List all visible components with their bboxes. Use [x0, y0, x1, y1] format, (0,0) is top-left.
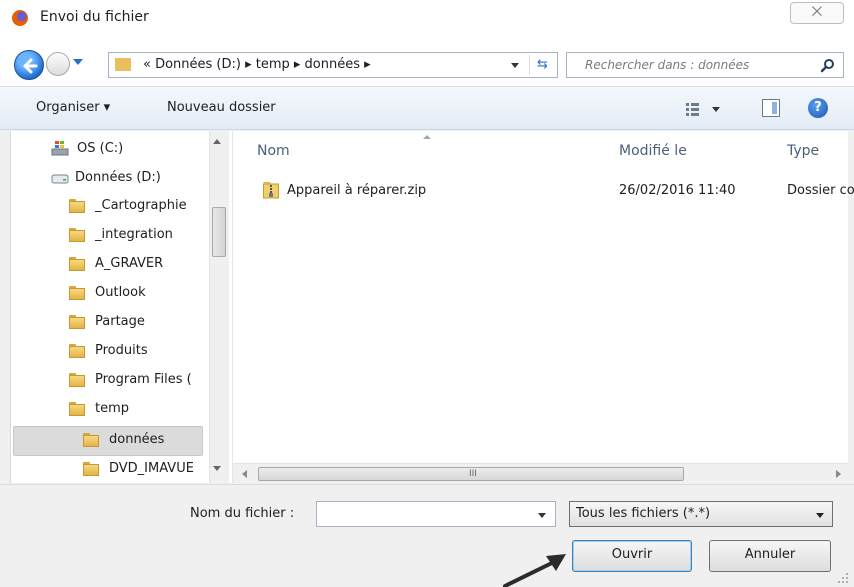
filename-dropdown-icon[interactable]: [538, 513, 546, 518]
resize-grip-icon[interactable]: [836, 571, 850, 585]
tree-item-label: Outlook: [95, 285, 146, 300]
back-button[interactable]: [14, 50, 44, 80]
folder-icon: [69, 257, 85, 271]
close-button[interactable]: ⨉: [790, 2, 844, 24]
tree-item-label: OS (C:): [77, 141, 124, 156]
address-dropdown-icon[interactable]: [511, 63, 519, 68]
history-dropdown-icon[interactable]: [73, 59, 83, 65]
tree-item-label: _Cartographie: [95, 198, 187, 213]
folder-icon: [69, 315, 85, 329]
folder-icon: [83, 462, 99, 476]
window-title: Envoi du fichier: [40, 9, 149, 25]
back-arrow-icon: [23, 58, 38, 74]
title-bar: Envoi du fichier ⨉: [0, 0, 854, 36]
file-list: Nom Modifié le Type Appareil à réparer.z…: [232, 131, 854, 483]
new-folder-button[interactable]: Nouveau dossier: [167, 100, 276, 115]
scroll-right-icon[interactable]: [836, 470, 841, 478]
folder-icon: [83, 433, 99, 447]
organise-menu-button[interactable]: Organiser ▾: [36, 100, 110, 115]
windows-drive-icon: [51, 141, 69, 156]
search-icon[interactable]: [820, 58, 836, 74]
command-toolbar: Organiser ▾ Nouveau dossier ?: [0, 86, 854, 130]
scroll-left-icon[interactable]: [242, 470, 247, 478]
tree-item-label: DVD_IMAVUE: [109, 461, 194, 476]
tree-item-label: temp: [95, 401, 130, 416]
tree-item-label: Données (D:): [75, 170, 161, 185]
selected-row-highlight: [13, 426, 203, 456]
drive-icon: [51, 174, 69, 184]
scroll-thumb[interactable]: III: [258, 467, 684, 481]
address-breadcrumb[interactable]: « Données (D:) ▸ temp ▸ données ▸: [143, 57, 371, 72]
column-header-name[interactable]: Nom: [257, 143, 290, 159]
folder-icon: [69, 199, 85, 213]
zip-folder-icon: [263, 182, 279, 199]
scroll-up-icon[interactable]: [213, 139, 221, 144]
column-header-modified[interactable]: Modifié le: [619, 143, 687, 159]
preview-pane-icon[interactable]: [762, 99, 780, 117]
scroll-down-icon[interactable]: [213, 466, 221, 471]
tree-item-label: Partage: [95, 314, 145, 329]
folder-tree: OS (C:) Données (D:) _Cartographie _inte…: [10, 131, 232, 483]
scroll-grip: III: [469, 469, 477, 479]
folder-icon: [69, 344, 85, 358]
file-modified: 26/02/2016 11:40: [619, 183, 736, 198]
file-type-filter-select[interactable]: Tous les fichiers (*.*): [569, 501, 833, 527]
tree-scrollbar[interactable]: [209, 131, 229, 483]
navigation-bar: « Données (D:) ▸ temp ▸ données ▸ ⇆ Rech…: [0, 36, 854, 86]
search-placeholder: Rechercher dans : données: [585, 58, 750, 72]
search-input[interactable]: Rechercher dans : données: [566, 52, 844, 78]
file-type: Dossier co: [787, 183, 854, 198]
chevron-down-icon[interactable]: [816, 513, 824, 518]
file-name: Appareil à réparer.zip: [287, 183, 427, 198]
open-button[interactable]: Ouvrir: [572, 540, 692, 572]
folder-icon: [69, 373, 85, 387]
tree-item-label: données: [109, 432, 165, 447]
tree-item-label: A_GRAVER: [95, 256, 164, 271]
folder-icon: [115, 58, 131, 71]
dialog-footer: Nom du fichier : Tous les fichiers (*.*)…: [0, 484, 854, 587]
file-type-filter-value: Tous les fichiers (*.*): [576, 506, 711, 521]
help-icon[interactable]: ?: [808, 98, 828, 118]
column-header-type[interactable]: Type: [787, 143, 819, 159]
filename-input[interactable]: [316, 501, 556, 527]
folder-icon: [69, 228, 85, 242]
cancel-button[interactable]: Annuler: [709, 540, 831, 572]
tree-item-label: Program Files (: [95, 372, 192, 387]
folder-icon: [69, 286, 85, 300]
sort-ascending-icon: [423, 135, 431, 139]
tree-item-label: Produits: [95, 343, 148, 358]
annotation-arrow-icon: [503, 554, 566, 587]
address-bar[interactable]: « Données (D:) ▸ temp ▸ données ▸ ⇆: [108, 52, 558, 78]
filename-label: Nom du fichier :: [190, 506, 295, 521]
refresh-button[interactable]: ⇆: [529, 55, 555, 75]
view-options-icon[interactable]: [684, 99, 726, 119]
scroll-thumb[interactable]: [212, 207, 226, 257]
tree-item-label: _integration: [95, 227, 173, 242]
horizontal-scrollbar[interactable]: III: [233, 463, 849, 483]
firefox-icon: [12, 10, 28, 26]
folder-icon: [69, 402, 85, 416]
forward-button[interactable]: [46, 52, 70, 76]
